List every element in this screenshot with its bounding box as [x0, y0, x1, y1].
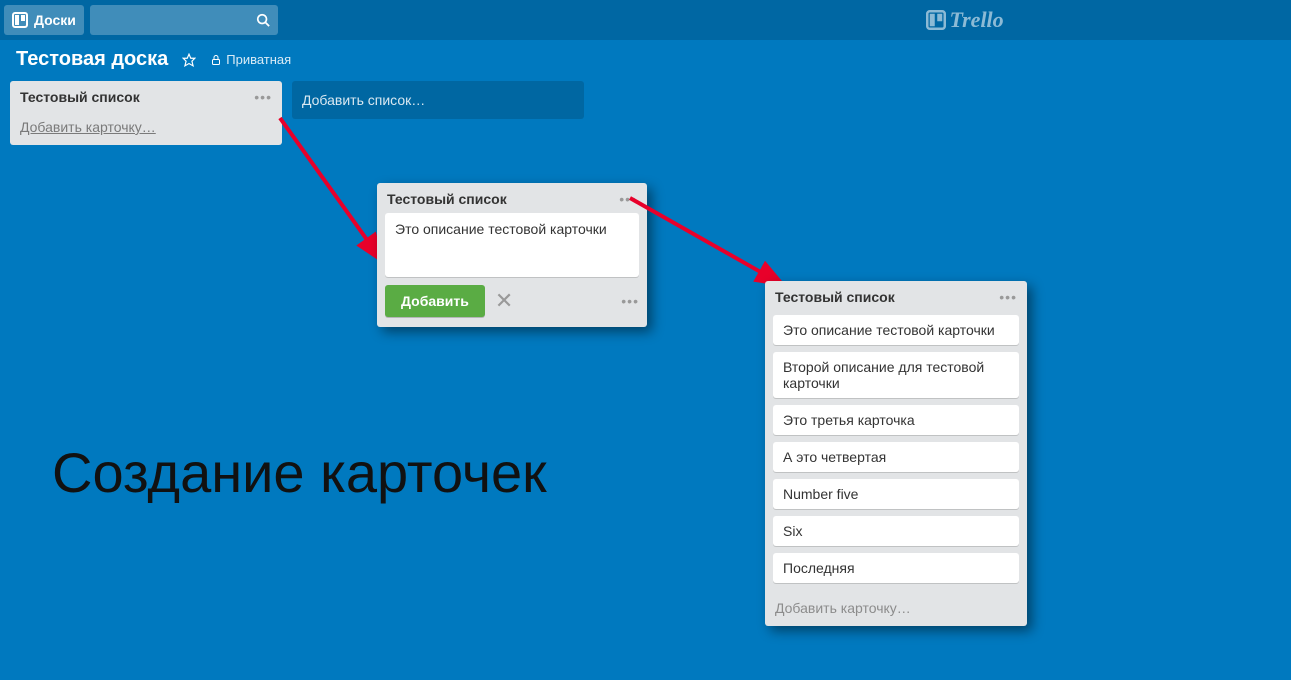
star-button[interactable]	[182, 53, 196, 67]
list-title[interactable]: Тестовый список	[775, 289, 895, 305]
card-composer-textarea[interactable]: Это описание тестовой карточки	[385, 213, 639, 277]
brand-label: Trello	[950, 7, 1004, 33]
list-title[interactable]: Тестовый список	[387, 191, 507, 207]
trello-logo-icon	[926, 10, 946, 30]
add-button[interactable]: Добавить	[385, 285, 485, 317]
boards-button-label: Доски	[34, 12, 76, 28]
list-title[interactable]: Тестовый список	[20, 89, 140, 105]
lock-icon	[210, 54, 222, 66]
card[interactable]: Это третья карточка	[773, 405, 1019, 435]
add-card-link[interactable]: Добавить карточку…	[10, 111, 282, 145]
card[interactable]: Второй описание для тестовой карточки	[773, 352, 1019, 398]
star-icon	[182, 53, 196, 67]
boards-button[interactable]: Доски	[4, 5, 84, 35]
app-header: Доски Trello	[0, 0, 1291, 40]
brand-logo[interactable]: Trello	[926, 7, 1004, 33]
close-icon[interactable]: ✕	[495, 288, 513, 314]
page-caption: Создание карточек	[52, 440, 547, 505]
card[interactable]: Это описание тестовой карточки	[773, 315, 1019, 345]
board-title[interactable]: Тестовая доска	[16, 48, 168, 71]
card[interactable]: Number five	[773, 479, 1019, 509]
privacy-button[interactable]: Приватная	[210, 52, 291, 67]
card[interactable]: Последняя	[773, 553, 1019, 583]
list-menu-button[interactable]: •••	[999, 289, 1017, 305]
add-card-link[interactable]: Добавить карточку…	[765, 592, 1027, 626]
search-icon	[256, 13, 270, 27]
list-empty: Тестовый список ••• Добавить карточку…	[10, 81, 282, 145]
board-canvas: Тестовый список ••• Добавить карточку… Д…	[0, 73, 1291, 145]
card[interactable]: А это четвертая	[773, 442, 1019, 472]
boards-icon	[12, 12, 28, 28]
list-full: Тестовый список ••• Это описание тестово…	[765, 281, 1027, 626]
privacy-label: Приватная	[226, 52, 291, 67]
search-input[interactable]	[90, 5, 278, 35]
cards-container: Это описание тестовой карточки Второй оп…	[765, 311, 1027, 592]
list-menu-button[interactable]: •••	[254, 89, 272, 105]
board-header: Тестовая доска Приватная	[0, 40, 1291, 73]
card[interactable]: Six	[773, 516, 1019, 546]
list-compose: Тестовый список ••• Это описание тестово…	[377, 183, 647, 327]
